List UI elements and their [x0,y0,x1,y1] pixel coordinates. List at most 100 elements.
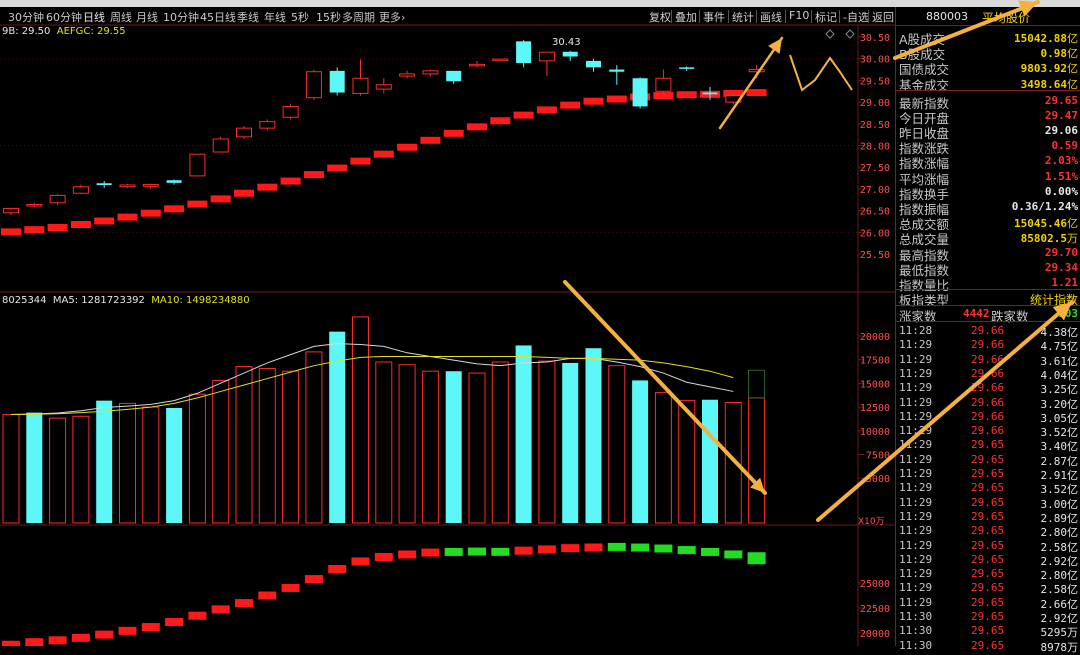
volume-bar [702,399,718,523]
tick-row: 11:29 29.65 3.00亿 [896,496,1080,511]
panel-index-name: 平均股价 [982,11,1031,25]
volume-bar [282,370,300,524]
volume-bar [2,413,20,524]
stat-unit: 亿 [1067,62,1078,76]
tick-row: 11:30 29.65 5295万 [896,624,1080,639]
tick-row: 11:29 29.65 2.92亿 [896,553,1080,568]
volume-bar [235,366,253,524]
indicator-bar [374,552,393,561]
tick-row: 11:29 29.65 2.80亿 [896,524,1080,539]
tick-row: 11:28 29.66 4.38亿 [896,324,1080,339]
stat-row: 最低指数 29.34 [896,260,1080,278]
volume-legend-ma10: MA10: 1498234880 [151,295,250,306]
ma-segment [397,143,418,151]
tick-time: 11:29 [899,467,933,480]
price-legend-ma: AEFGC: 29.55 [56,26,126,37]
ma-segment [443,129,464,137]
candle-body [96,183,112,185]
volume-bar [585,348,602,523]
indicator-bar [654,544,673,553]
price-legend: 9B: 29.50 AEFGC: 29.55 [2,26,126,37]
stat-value-group: 1.51% [1045,170,1078,183]
volume-bar [748,397,766,524]
volume-bar [375,361,393,524]
tick-price: 29.65 [971,567,1005,581]
tick-row: 11:29 29.66 4.75亿 [896,338,1080,353]
candle-body [748,69,765,73]
ma-segment [536,106,557,114]
tick-time: 11:29 [899,352,933,366]
indicator-bar [258,591,277,600]
stat-unit: 亿 [1067,32,1078,45]
candle-body [679,67,695,69]
indicator-bar [468,547,486,556]
stat-value-group: 29.70 [1045,246,1078,259]
ma-segment [327,164,348,172]
volume-axis-label: 7500 [866,451,890,462]
stat-row: A股成交 15042.88亿 [896,29,1080,47]
stat-value-group: 29.47 [1045,109,1078,122]
stat-row: 总成交额 15045.46亿 [896,214,1080,232]
volume-bar [72,415,90,524]
volume-bar [258,367,276,524]
stat-value: 29.06 [1044,124,1078,137]
diamond-marker [845,29,855,39]
ma-segment [164,205,185,213]
stat-value: 0.59 [1051,139,1079,153]
indicator-bar [677,546,696,555]
stat-row: 昨日收盘 29.06 [896,123,1080,141]
stat-value-group: 0.36/1.24% [1012,200,1078,213]
candle-body [189,153,206,177]
stat-value-group: 0.00% [1045,185,1078,198]
candle-body [352,77,369,94]
candle-body [538,51,555,62]
tick-time: 11:29 [899,395,933,409]
indicator-bar [211,605,230,614]
tick-row: 11:29 29.66 3.25亿 [896,381,1080,396]
stat-value: 29.65 [1044,93,1078,107]
indicator-bar [398,550,417,559]
ma-segment [70,220,91,228]
ma-segment [280,177,301,185]
candle-body [142,184,159,187]
stat-value: 9803.92 [1020,62,1067,76]
tick-time: 11:30 [899,610,933,623]
volume-bar-live [748,369,766,399]
stat-value: 29.34 [1044,260,1078,274]
volume-bar [142,406,160,524]
volume-bar [398,364,416,524]
stat-value: 0.98 [1040,47,1068,61]
volume-bar [49,417,67,524]
indicator-bar [537,545,556,554]
stat-value-group: 2.03% [1045,154,1078,167]
indicator-axis-label: 22500 [860,604,890,615]
price-axis-label: 29.50 [860,76,890,87]
volume-axis-label: 5000 [866,474,890,485]
indicator-bar [631,543,650,552]
ma-segment [47,224,68,232]
volume-bar [468,372,486,524]
stat-value: 1.21 [1051,276,1079,289]
volume-axis-label: 15000 [860,379,890,390]
stat-value: 0.36/1.24% [1011,200,1078,213]
tick-time: 11:29 [899,366,933,380]
tick-time: 11:29 [899,338,933,352]
volume-axis-label: 17500 [860,356,890,367]
ma-segment [350,157,371,165]
candle-body [3,207,19,214]
tick-time: 11:29 [899,409,933,423]
candle-body [422,70,439,75]
tick-price: 29.65 [971,481,1005,495]
indicator-bar [188,611,207,620]
volume-bar [166,408,183,523]
tick-time: 11:29 [899,424,933,438]
candle-body [119,184,136,188]
indicator-bar [165,618,184,627]
volume-bar [305,351,323,524]
stat-value: 0.00% [1044,184,1078,198]
candle-body [655,77,672,92]
tick-volume: 8978万 [1040,640,1079,654]
tick-time: 11:29 [899,452,933,466]
price-axis-label: 27.50 [860,163,890,174]
tick-row: 11:29 29.65 3.40亿 [896,438,1080,453]
